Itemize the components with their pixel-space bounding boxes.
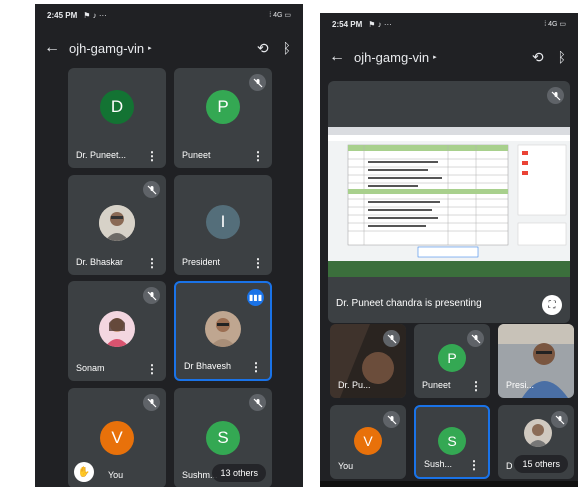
avatar: S	[206, 421, 240, 455]
participant-photo	[99, 205, 135, 241]
participant-tile[interactable]: D Dr. Puneet... ⋮	[68, 68, 166, 168]
participant-name: D	[506, 461, 513, 471]
participant-tile[interactable]: Dr. Bhaskar ⋮	[68, 175, 166, 275]
navigation-bar	[320, 481, 578, 487]
meeting-topbar: ← ojh-gamg-vin ▸ ⟲ ᛒ	[35, 30, 303, 66]
avatar: S	[438, 427, 466, 455]
avatar: I	[206, 205, 240, 239]
avatar: V	[100, 421, 134, 455]
bluetooth-icon[interactable]: ᛒ	[283, 40, 291, 57]
bluetooth-icon[interactable]: ᛒ	[558, 49, 566, 66]
participant-photo	[99, 311, 135, 347]
mic-off-icon	[383, 411, 400, 428]
avatar: V	[354, 427, 382, 455]
mic-off-icon	[249, 394, 266, 411]
participant-name: Presi...	[506, 380, 535, 390]
camera-switch-icon[interactable]: ⟲	[257, 40, 269, 57]
participant-tile-self[interactable]: V ✋ You	[68, 388, 166, 487]
mic-off-icon	[143, 181, 160, 198]
participant-name: President	[182, 257, 221, 267]
mic-off-icon	[467, 330, 484, 347]
notification-icons: ⚑ ♪ ···	[83, 10, 107, 20]
notification-icons: ⚑ ♪ ···	[368, 19, 392, 29]
participant-tile[interactable]: P Puneet ⋮	[174, 68, 272, 168]
right-phone-screen: 2:54 PM ⚑ ♪ ··· ⁞ 4G ▭ ← ojh-gamg-vin ▸ …	[320, 13, 578, 487]
more-options-icon[interactable]: ⋮	[468, 459, 480, 471]
participant-name: Sush...	[424, 459, 453, 469]
meeting-code[interactable]: ojh-gamg-vin	[354, 50, 429, 65]
signal-battery-icon: ⁞ 4G ▭	[269, 12, 291, 19]
mic-off-icon	[551, 411, 568, 428]
avatar: P	[206, 90, 240, 124]
avatar: P	[438, 344, 466, 372]
mic-off-icon	[143, 287, 160, 304]
participant-tile-active-speaker[interactable]: S Sush... ⋮	[414, 405, 490, 479]
participant-tile[interactable]: I President ⋮	[174, 175, 272, 275]
status-bar: 2:54 PM ⚑ ♪ ··· ⁞ 4G ▭	[320, 13, 578, 35]
more-options-icon[interactable]: ⋮	[252, 150, 264, 162]
mic-off-icon	[383, 330, 400, 347]
chevron-right-icon[interactable]: ▸	[148, 44, 152, 52]
participant-tile[interactable]: Presi...	[498, 324, 574, 398]
back-arrow-icon[interactable]: ←	[320, 48, 354, 66]
participant-tile-active-speaker[interactable]: ▮▮▮ Dr Bhavesh ⋮	[174, 281, 272, 381]
left-phone-screen: 2:45 PM ⚑ ♪ ··· ⁞ 4G ▭ ← ojh-gamg-vin ▸ …	[35, 4, 303, 487]
mic-off-icon	[143, 394, 160, 411]
raise-hand-icon[interactable]: ✋	[74, 462, 94, 482]
status-time: 2:54 PM	[332, 19, 363, 29]
participant-name: Dr. Puneet...	[76, 150, 127, 160]
screen-share-tile[interactable]: Dr. Puneet chandra is presenting ⛶	[328, 81, 570, 323]
fullscreen-icon[interactable]: ⛶	[542, 295, 562, 315]
shared-screen-content	[328, 127, 570, 277]
meeting-code[interactable]: ojh-gamg-vin	[69, 41, 144, 56]
meeting-topbar: ← ojh-gamg-vin ▸ ⟲ ᛒ	[320, 39, 578, 75]
participant-name: You	[338, 461, 354, 471]
more-options-icon[interactable]: ⋮	[146, 150, 158, 162]
participant-tile[interactable]: S Sushm... 13 others	[174, 388, 272, 487]
back-arrow-icon[interactable]: ←	[35, 39, 69, 57]
more-options-icon[interactable]: ⋮	[146, 257, 158, 269]
participant-name: Puneet	[182, 150, 211, 160]
participant-name: Dr Bhavesh	[184, 361, 232, 371]
participant-photo	[524, 419, 552, 447]
mic-off-icon	[547, 87, 564, 104]
participant-tile[interactable]: D 15 others	[498, 405, 574, 479]
more-options-icon[interactable]: ⋮	[146, 363, 158, 375]
participant-name: You	[108, 470, 124, 480]
participant-photo	[205, 311, 241, 347]
participant-tile[interactable]: Sonam ⋮	[68, 281, 166, 381]
others-count-badge[interactable]: 13 others	[212, 464, 266, 482]
participant-tile[interactable]: Dr. Pu...	[330, 324, 406, 398]
status-bar: 2:45 PM ⚑ ♪ ··· ⁞ 4G ▭	[35, 4, 303, 26]
chevron-right-icon[interactable]: ▸	[433, 53, 437, 61]
others-count-badge[interactable]: 15 others	[514, 455, 568, 473]
mic-off-icon	[249, 74, 266, 91]
presenting-label: Dr. Puneet chandra is presenting	[336, 298, 482, 309]
status-time: 2:45 PM	[47, 10, 78, 20]
participant-tile[interactable]: P Puneet ⋮	[414, 324, 490, 398]
avatar: D	[100, 90, 134, 124]
more-options-icon[interactable]: ⋮	[252, 257, 264, 269]
signal-battery-icon: ⁞ 4G ▭	[544, 21, 566, 28]
participant-tile-self[interactable]: V You	[330, 405, 406, 479]
camera-switch-icon[interactable]: ⟲	[532, 49, 544, 66]
participant-name: Puneet	[422, 380, 451, 390]
participant-name: Dr. Pu...	[338, 380, 371, 390]
speaking-indicator-icon: ▮▮▮	[247, 289, 264, 306]
participant-name: Dr. Bhaskar	[76, 257, 124, 267]
more-options-icon[interactable]: ⋮	[470, 380, 482, 392]
more-options-icon[interactable]: ⋮	[250, 361, 262, 373]
participant-name: Sonam	[76, 363, 105, 373]
